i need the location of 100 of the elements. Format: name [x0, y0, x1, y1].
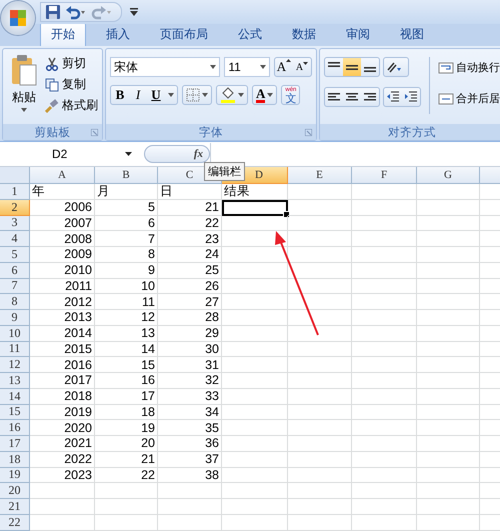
row-header[interactable]: 7 [0, 278, 30, 294]
table-cell: 22 [158, 216, 222, 232]
shrink-font-button[interactable]: A [293, 62, 311, 72]
paste-button[interactable]: 粘贴 [7, 53, 41, 120]
orientation-button[interactable] [383, 57, 409, 77]
table-cell: 2014 [30, 326, 95, 342]
insert-function-button[interactable]: fx [144, 145, 210, 163]
indent-icon [386, 90, 400, 104]
table-cell [417, 388, 480, 404]
table-cell: 28 [158, 310, 222, 326]
table-cell: 日 [158, 184, 222, 200]
wrap-text-button[interactable]: 自动换行 [438, 59, 500, 76]
underline-button[interactable]: U [147, 87, 165, 103]
up-triangle-icon [286, 59, 292, 62]
column-header[interactable]: F [352, 167, 417, 184]
table-cell [417, 468, 480, 484]
dropdown-arrow-icon [202, 93, 208, 97]
fill-color-button[interactable] [216, 85, 248, 105]
group-label: 字体 [199, 125, 223, 140]
row-header[interactable]: 11 [0, 342, 30, 358]
table-cell: 25 [158, 262, 222, 278]
undo-icon[interactable] [65, 4, 87, 20]
row-header[interactable]: 8 [0, 294, 30, 310]
table-cell: 10 [95, 278, 158, 294]
table-cell [288, 468, 352, 484]
dropdown-arrow-icon [125, 152, 132, 156]
table-cell: 7 [95, 231, 158, 247]
table-cell [288, 326, 352, 342]
ribbon-tab[interactable]: 审阅 [336, 23, 380, 46]
active-cell[interactable] [222, 200, 288, 216]
scissors-icon [45, 56, 59, 70]
cut-button[interactable]: 剪切 [45, 55, 98, 72]
ribbon-tab[interactable]: 开始 [40, 22, 86, 46]
dropdown-arrow-icon [260, 65, 266, 69]
column-header[interactable]: B [95, 167, 158, 184]
font-color-button[interactable]: A [252, 85, 278, 105]
format-painter-button[interactable]: 格式刷 [45, 97, 98, 114]
table-cell: 34 [158, 404, 222, 420]
row-header[interactable]: 20 [0, 483, 30, 499]
table-cell [288, 262, 352, 278]
table-cell [30, 483, 95, 499]
table-cell [288, 294, 352, 310]
row-header[interactable]: 19 [0, 468, 30, 484]
row-header[interactable]: 1 [0, 184, 30, 200]
table-cell [417, 420, 480, 436]
borders-button[interactable] [182, 85, 212, 105]
row-header[interactable]: 15 [0, 404, 30, 420]
column-header[interactable]: G [417, 167, 480, 184]
row-header[interactable]: 12 [0, 357, 30, 373]
font-size-field[interactable]: 11 [224, 57, 270, 77]
table-cell: 15 [95, 357, 158, 373]
ribbon-tab[interactable]: 数据 [282, 23, 326, 46]
column-header[interactable]: A [30, 167, 95, 184]
grow-font-button[interactable]: A [275, 59, 293, 75]
row-header[interactable]: 2 [0, 200, 30, 216]
row-header[interactable]: 14 [0, 388, 30, 404]
office-logo-icon [8, 8, 28, 28]
vertical-align-button[interactable] [343, 58, 361, 76]
row-header[interactable]: 9 [0, 310, 30, 326]
customize-toolbar-icon[interactable] [130, 7, 138, 17]
table-cell [288, 231, 352, 247]
font-name-field[interactable]: 宋体 [110, 57, 220, 77]
fill-handle[interactable] [283, 210, 290, 218]
ribbon-tab[interactable]: 视图 [390, 23, 434, 46]
row-header[interactable]: 10 [0, 326, 30, 342]
table-cell [288, 216, 352, 232]
name-box[interactable]: D2 [0, 144, 138, 164]
table-cell [417, 216, 480, 232]
row-header[interactable]: 17 [0, 436, 30, 452]
row-header[interactable]: 3 [0, 216, 30, 232]
office-button[interactable] [1, 1, 35, 35]
dropdown-arrow-icon[interactable] [168, 93, 174, 97]
italic-button[interactable]: I [129, 87, 147, 103]
row-header[interactable]: 16 [0, 420, 30, 436]
row-header[interactable]: 4 [0, 231, 30, 247]
ribbon-tab[interactable]: 页面布局 [150, 23, 218, 46]
row-header[interactable]: 5 [0, 247, 30, 263]
table-cell: 30 [158, 342, 222, 358]
table-cell: 31 [158, 357, 222, 373]
row-header[interactable]: 18 [0, 452, 30, 468]
column-header[interactable]: E [288, 167, 352, 184]
table-cell [417, 262, 480, 278]
merge-center-button[interactable]: 合并后居 [438, 90, 500, 107]
table-cell [222, 247, 288, 263]
row-header[interactable]: 21 [0, 499, 30, 515]
ribbon-tab[interactable]: 插入 [96, 23, 140, 46]
row-header[interactable]: 6 [0, 262, 30, 278]
table-cell [222, 262, 288, 278]
row-header[interactable]: 13 [0, 373, 30, 389]
copy-button[interactable]: 复制 [45, 76, 98, 93]
row-header[interactable]: 22 [0, 514, 30, 530]
table-cell: 23 [158, 231, 222, 247]
ribbon-tab[interactable]: 公式 [228, 23, 272, 46]
table-cell [417, 404, 480, 420]
table-cell: 21 [95, 452, 158, 468]
bold-button[interactable]: B [111, 87, 129, 103]
save-icon[interactable] [45, 4, 61, 20]
table-cell: 2017 [30, 373, 95, 389]
table-cell [352, 452, 417, 468]
table-cell [352, 310, 417, 326]
